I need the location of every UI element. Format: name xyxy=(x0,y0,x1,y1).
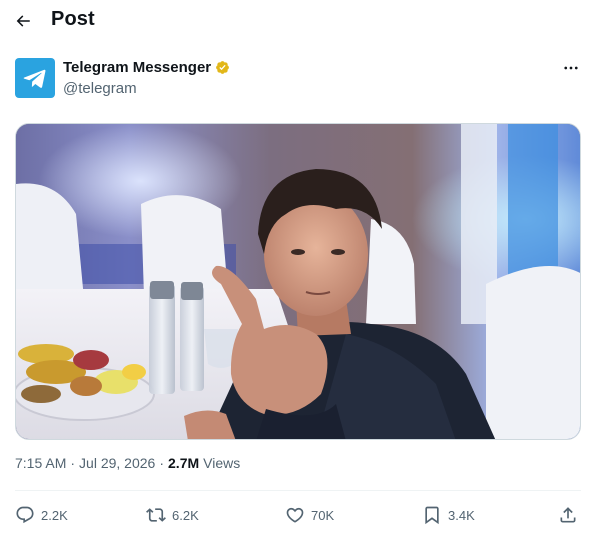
bookmark-count: 3.4K xyxy=(448,507,475,523)
author-name[interactable]: Telegram Messenger xyxy=(63,59,211,76)
repost-count: 6.2K xyxy=(172,507,199,523)
divider xyxy=(15,490,581,491)
repost-icon xyxy=(146,508,166,522)
top-bar: Post xyxy=(0,0,596,44)
meta-separator: · xyxy=(159,455,165,471)
share-icon xyxy=(560,507,576,523)
views-label: Views xyxy=(203,455,241,471)
telegram-logo-icon xyxy=(23,69,46,88)
page-title: Post xyxy=(51,8,95,30)
views-count[interactable]: 2.7M xyxy=(168,455,199,471)
post-date[interactable]: Jul 29, 2026 xyxy=(79,455,155,471)
share-button[interactable] xyxy=(558,505,578,525)
bookmark-icon xyxy=(425,506,439,525)
reply-button[interactable]: 2.2K xyxy=(15,505,68,525)
action-bar: 2.2K 6.2K 70K 3.4K xyxy=(15,505,581,529)
more-dots-icon xyxy=(564,66,578,70)
verified-badge-icon[interactable] xyxy=(215,60,230,75)
post-meta: 7:15 AM · Jul 29, 2026 · 2.7M Views xyxy=(15,455,240,471)
reply-count: 2.2K xyxy=(41,507,68,523)
bookmark-button[interactable]: 3.4K xyxy=(422,505,475,525)
author-handle[interactable]: @telegram xyxy=(63,80,137,97)
repost-button[interactable]: 6.2K xyxy=(146,505,199,525)
back-button[interactable] xyxy=(8,6,38,36)
post-time[interactable]: 7:15 AM xyxy=(15,455,66,471)
author-name-row: Telegram Messenger xyxy=(63,59,230,76)
reply-icon xyxy=(16,506,34,524)
author-row: Telegram Messenger @telegram xyxy=(15,58,585,102)
more-button[interactable] xyxy=(557,56,585,80)
meta-separator: · xyxy=(70,455,76,471)
heart-icon xyxy=(286,507,304,523)
post-photo[interactable] xyxy=(15,123,581,440)
photo-scene xyxy=(16,124,580,439)
like-count: 70K xyxy=(311,507,335,523)
like-button[interactable]: 70K xyxy=(285,505,334,525)
avatar[interactable] xyxy=(15,58,55,98)
back-arrow-icon xyxy=(16,15,30,27)
